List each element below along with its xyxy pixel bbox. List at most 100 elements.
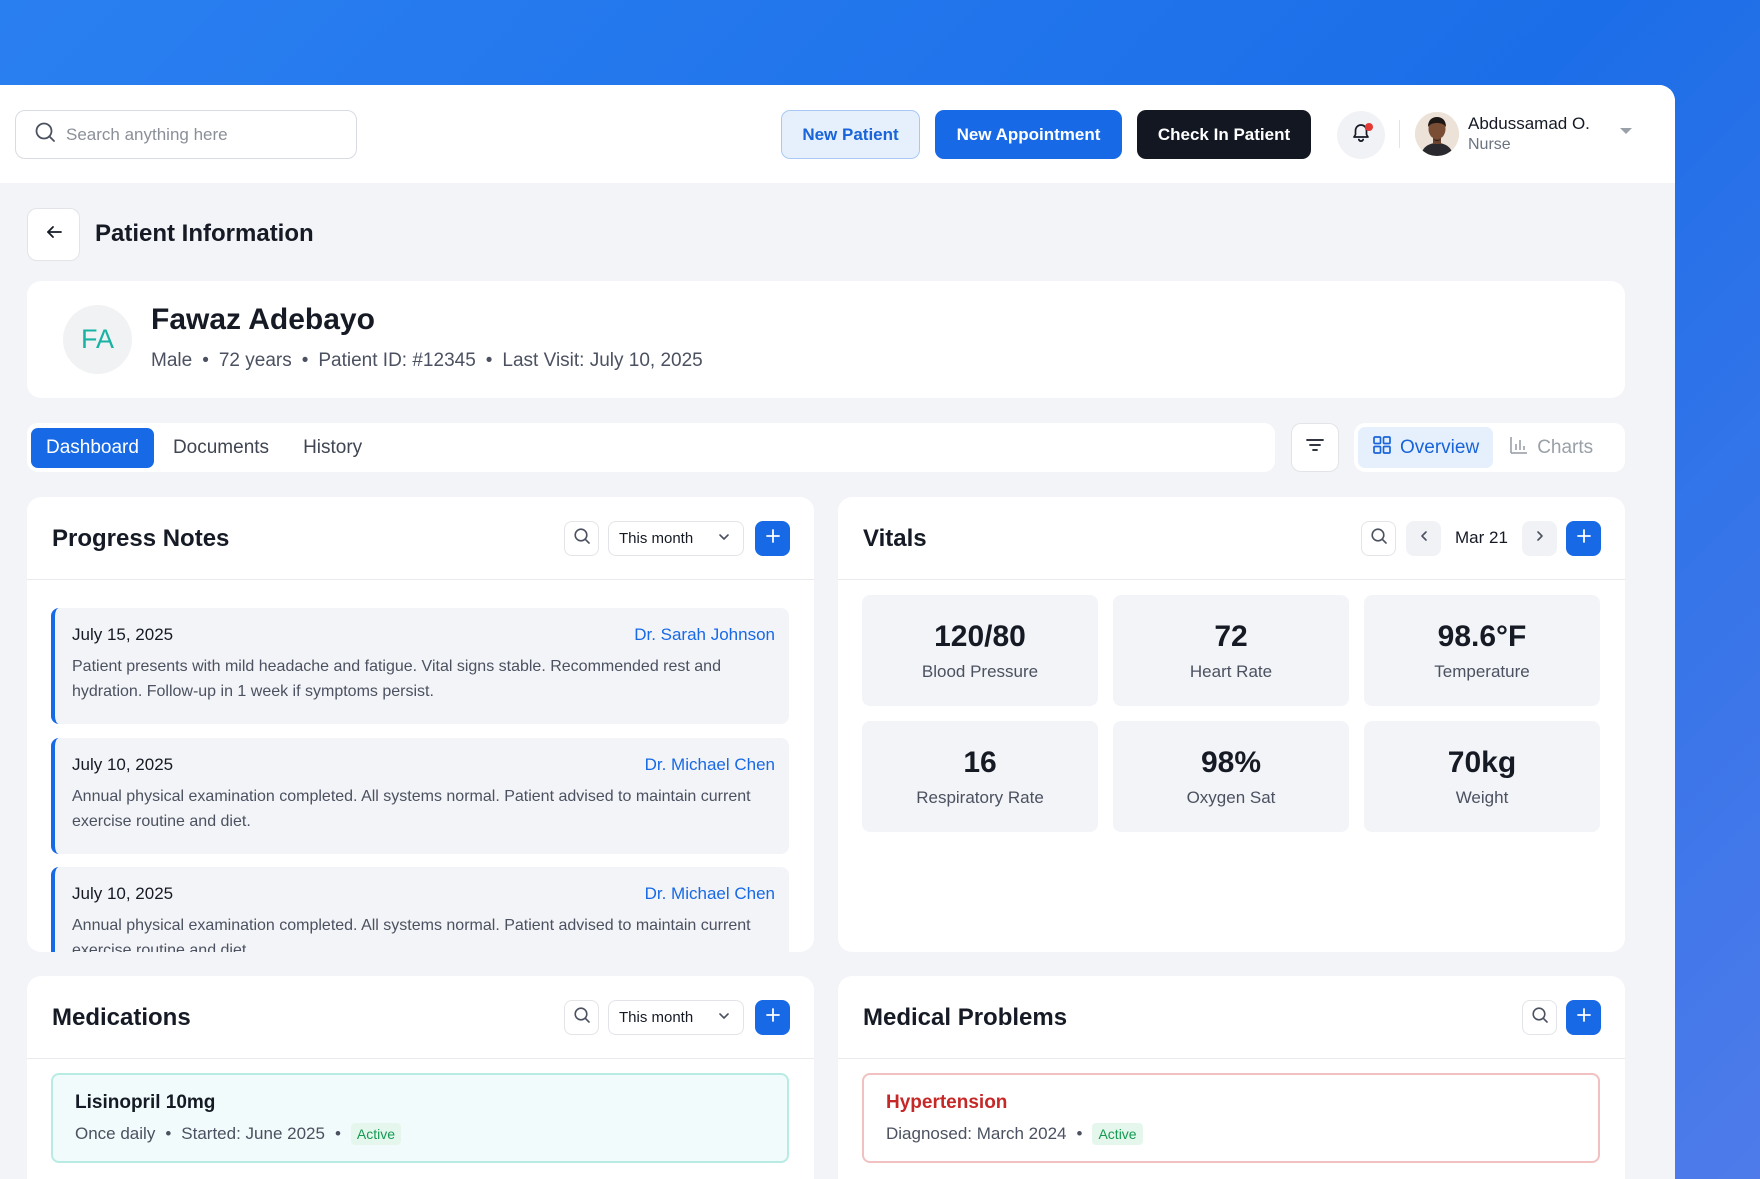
progress-note[interactable]: July 10, 2025 Dr. Michael Chen Annual ph… (51, 738, 789, 854)
medications-period-select[interactable]: This month (608, 1000, 744, 1035)
search-icon (1531, 1006, 1549, 1029)
plus-icon (1576, 1007, 1592, 1028)
divider (1399, 120, 1400, 148)
search-icon (573, 527, 591, 550)
previous-date-button[interactable] (1406, 521, 1441, 556)
tab-documents[interactable]: Documents (158, 428, 284, 468)
note-date: July 10, 2025 (72, 755, 174, 774)
medical-problem-card[interactable]: Hypertension Diagnosed: March 2024 • Act… (862, 1073, 1600, 1163)
back-button[interactable] (27, 208, 80, 261)
overview-label: Overview (1400, 436, 1480, 458)
patient-gender: Male (151, 350, 193, 371)
patient-meta: Male • 72 years • Patient ID: #12345 • L… (151, 350, 703, 372)
vital-label: Respiratory Rate (916, 787, 1044, 807)
problems-search-button[interactable] (1522, 1000, 1557, 1035)
note-text: Annual physical examination completed. A… (72, 917, 751, 952)
plus-icon (765, 528, 781, 549)
notifications-button[interactable] (1337, 111, 1385, 159)
vital-label: Heart Rate (1189, 661, 1273, 681)
charts-label: Charts (1537, 436, 1594, 458)
patient-last-visit: Last Visit: July 10, 2025 (502, 350, 703, 371)
arrow-left-icon (44, 222, 64, 247)
add-note-button[interactable] (755, 521, 790, 556)
patient-summary-card: FA Fawaz Adebayo Male • 72 years • Patie… (27, 281, 1625, 398)
vital-value: 72 (1214, 619, 1248, 653)
vital-label: Oxygen Sat (1186, 787, 1276, 807)
medication-card[interactable]: Lisinopril 10mg Once daily • Started: Ju… (51, 1073, 789, 1163)
medication-start: Started: June 2025 (181, 1124, 325, 1143)
user-role: Nurse (1468, 136, 1511, 153)
new-patient-button[interactable]: New Patient (781, 110, 920, 159)
patient-age: 72 years (218, 350, 292, 371)
tab-history[interactable]: History (288, 428, 377, 468)
vitals-panel: Vitals Mar 21 120/80 Blood Pressure 72 H… (838, 497, 1625, 952)
next-date-button[interactable] (1522, 521, 1557, 556)
patient-avatar: FA (63, 305, 132, 374)
charts-view-button[interactable]: Charts (1495, 427, 1607, 468)
bullet-separator: • (1076, 1124, 1083, 1143)
vital-card: 72 Heart Rate (1113, 595, 1349, 706)
status-badge: Active (1092, 1123, 1143, 1145)
view-toggle: Overview Charts (1354, 423, 1625, 472)
chevron-down-icon[interactable] (1620, 128, 1632, 134)
bullet-separator: • (301, 350, 309, 371)
bullet-separator: • (334, 1124, 341, 1143)
note-doctor[interactable]: Dr. Sarah Johnson (634, 625, 775, 645)
vitals-search-button[interactable] (1361, 521, 1396, 556)
medications-title: Medications (52, 1004, 191, 1031)
plus-icon (1576, 528, 1592, 549)
medication-frequency: Once daily (75, 1124, 156, 1143)
add-problem-button[interactable] (1566, 1000, 1601, 1035)
medications-search-button[interactable] (564, 1000, 599, 1035)
chevron-right-icon (1533, 529, 1547, 548)
plus-icon (765, 1007, 781, 1028)
tab-dashboard[interactable]: Dashboard (31, 427, 154, 468)
vital-card: 98.6°F Temperature (1364, 595, 1600, 706)
add-medication-button[interactable] (755, 1000, 790, 1035)
search-box[interactable] (15, 110, 357, 159)
bullet-separator: • (202, 350, 209, 371)
overview-view-button[interactable]: Overview (1358, 427, 1494, 468)
note-doctor[interactable]: Dr. Michael Chen (645, 884, 775, 904)
vital-value: 70kg (1447, 745, 1517, 779)
medications-period-value: This month (619, 1009, 694, 1026)
vital-card: 120/80 Blood Pressure (862, 595, 1098, 706)
note-doctor[interactable]: Dr. Michael Chen (645, 755, 775, 775)
new-appointment-button[interactable]: New Appointment (935, 110, 1122, 159)
progress-notes-title: Progress Notes (52, 525, 230, 552)
user-avatar[interactable] (1415, 112, 1459, 156)
progress-note[interactable]: July 10, 2025 Dr. Michael Chen Annual ph… (51, 867, 789, 952)
note-date: July 10, 2025 (72, 884, 174, 903)
check-in-patient-button[interactable]: Check In Patient (1137, 110, 1311, 159)
vital-value: 98.6°F (1437, 619, 1527, 653)
medications-header: Medications This month (27, 976, 814, 1059)
add-vital-button[interactable] (1566, 521, 1601, 556)
medical-problems-header: Medical Problems (838, 976, 1625, 1059)
problem-diagnosed: Diagnosed: March 2024 (886, 1124, 1067, 1143)
problem-name: Hypertension (886, 1092, 1008, 1113)
vital-value: 98% (1200, 745, 1262, 779)
filter-icon (1304, 434, 1326, 461)
notes-search-button[interactable] (564, 521, 599, 556)
filter-button[interactable] (1291, 423, 1339, 472)
progress-notes-header: Progress Notes This month (27, 497, 814, 580)
problem-meta: Diagnosed: March 2024 • Active (886, 1123, 1143, 1145)
page-title: Patient Information (95, 220, 314, 247)
notes-period-select[interactable]: This month (608, 521, 744, 556)
medical-problems-title: Medical Problems (863, 1004, 1068, 1031)
vital-card: 98% Oxygen Sat (1113, 721, 1349, 832)
vitals-title: Vitals (863, 525, 927, 552)
search-icon (1370, 527, 1388, 550)
note-text: Annual physical examination completed. A… (72, 788, 751, 830)
bullet-separator: • (485, 350, 493, 371)
vital-card: 16 Respiratory Rate (862, 721, 1098, 832)
medication-meta: Once daily • Started: June 2025 • Active (75, 1123, 402, 1145)
user-name: Abdussamad O. (1468, 114, 1590, 133)
status-badge: Active (350, 1123, 402, 1145)
vitals-header: Vitals Mar 21 (838, 497, 1625, 580)
medication-name: Lisinopril 10mg (75, 1092, 216, 1113)
note-date: July 15, 2025 (72, 625, 174, 644)
vital-label: Weight (1455, 787, 1509, 807)
search-input[interactable] (66, 124, 326, 145)
progress-note[interactable]: July 15, 2025 Dr. Sarah Johnson Patient … (51, 608, 789, 724)
